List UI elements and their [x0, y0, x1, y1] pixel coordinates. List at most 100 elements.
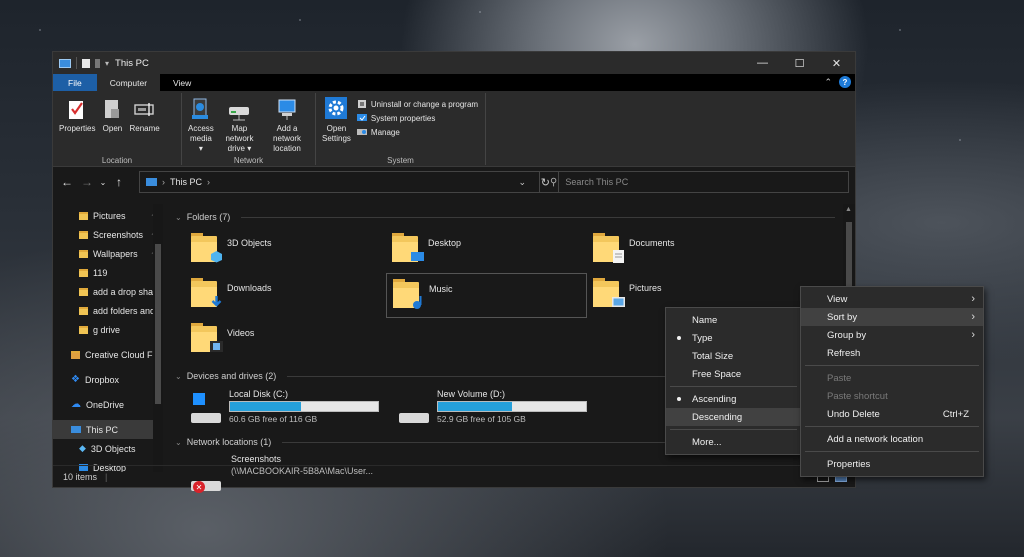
folder-item[interactable]: 3D Objects [185, 228, 386, 273]
location-group-label: Location [101, 156, 133, 165]
collapse-chevron-icon[interactable]: ⌄ [175, 372, 182, 381]
nav-item-creative-cloud[interactable]: Creative Cloud File [53, 345, 163, 364]
properties-button[interactable]: Properties [56, 97, 98, 165]
menu-paste-shortcut[interactable]: Paste shortcut [801, 387, 983, 405]
map-network-drive-button[interactable]: Map network drive ▾ [217, 97, 262, 165]
help-icon[interactable]: ? [839, 76, 851, 88]
search-box[interactable]: ⚲ Search This PC [539, 171, 849, 193]
nav-item-pictures[interactable]: Pictures✦ [53, 206, 163, 225]
menu-add-network-location[interactable]: Add a network location [801, 430, 983, 448]
nav-item-119[interactable]: 119 [53, 263, 163, 282]
sort-descending-option[interactable]: Descending [666, 408, 801, 426]
rename-button[interactable]: Rename [126, 97, 162, 165]
menu-sort-by[interactable]: Sort by › [801, 308, 983, 326]
menu-properties[interactable]: Properties [801, 455, 983, 473]
customize-toolbar-chevron-icon[interactable]: ▾ [105, 59, 109, 68]
windows-drive-icon [191, 393, 221, 423]
network-location-name: Screenshots [231, 454, 282, 464]
recent-locations-chevron-icon[interactable]: ⌄ [97, 178, 109, 187]
menu-separator [670, 386, 797, 387]
folder-item[interactable]: Desktop [386, 228, 587, 273]
submenu-chevron-icon: › [971, 329, 975, 341]
folder-item[interactable]: Videos [185, 318, 386, 363]
title-bar: ▾ This PC — ☐ ✕ [53, 52, 855, 74]
breadcrumb-this-pc[interactable]: This PC [170, 177, 202, 187]
this-pc-nav-icon [71, 426, 81, 433]
nav-item-dropbox[interactable]: ❖ Dropbox [53, 370, 163, 389]
folder-name: Music [429, 284, 453, 294]
menu-label: Name [692, 314, 718, 326]
nav-item-g-drive[interactable]: g drive [53, 320, 163, 339]
menu-view[interactable]: View › [801, 290, 983, 308]
properties-icon [66, 97, 88, 121]
address-bar[interactable]: › This PC › ⌄ ↻ [139, 171, 559, 193]
folders-section-header[interactable]: ⌄ Folders (7) [175, 208, 855, 226]
sort-more-option[interactable]: More... [666, 433, 801, 451]
sort-free-space-option[interactable]: Free Space [666, 365, 801, 383]
open-button[interactable]: Open [98, 97, 126, 165]
add-network-location-button[interactable]: Add a network location [262, 97, 312, 165]
navigation-pane-scrollbar[interactable] [153, 204, 163, 472]
collapse-chevron-icon[interactable]: ⌄ [175, 438, 182, 447]
open-icon [101, 97, 123, 121]
new-folder-quick-icon[interactable] [95, 58, 100, 68]
open-settings-button[interactable]: Open Settings [319, 97, 354, 165]
maximize-button[interactable]: ☐ [781, 52, 818, 74]
sort-type-option[interactable]: Type [666, 329, 801, 347]
scroll-up-arrow-icon[interactable]: ▲ [845, 206, 852, 213]
nav-item-label: add a drop shad [93, 286, 159, 297]
folder-item[interactable]: Music [386, 273, 587, 318]
system-properties-button[interactable]: System properties [356, 113, 478, 123]
properties-quick-icon[interactable] [82, 58, 90, 68]
drive-usage-fill [230, 402, 302, 411]
menu-label: Type [692, 332, 713, 344]
folder-icon [79, 268, 88, 277]
close-button[interactable]: ✕ [818, 52, 855, 74]
nav-item-add-a-drop-shad[interactable]: add a drop shad [53, 282, 163, 301]
map-network-drive-icon [228, 97, 250, 121]
menu-group-by[interactable]: Group by › [801, 326, 983, 344]
manage-button[interactable]: Manage [356, 127, 478, 137]
back-arrow-icon[interactable]: ← [57, 175, 77, 189]
address-dropdown-icon[interactable]: ⌄ [518, 177, 526, 188]
nav-item-screenshots[interactable]: Screenshots✦ [53, 225, 163, 244]
collapse-chevron-icon[interactable]: ⌄ [175, 213, 182, 222]
drive-usage-bar [229, 401, 379, 412]
menu-undo-delete[interactable]: Undo Delete Ctrl+Z [801, 405, 983, 423]
forward-arrow-icon[interactable]: → [77, 175, 97, 189]
breadcrumb-chevron-icon[interactable]: › [207, 177, 210, 187]
onedrive-cloud-icon: ☁ [71, 399, 81, 410]
folder-item[interactable]: Documents [587, 228, 788, 273]
up-arrow-icon[interactable]: ↑ [109, 175, 129, 189]
tab-computer[interactable]: Computer [96, 74, 161, 91]
drive-item[interactable]: Local Disk (C:) 60.6 GB free of 116 GB [185, 387, 379, 429]
tab-view[interactable]: View [160, 74, 204, 91]
scrollbar-thumb[interactable] [155, 244, 161, 404]
sort-total-size-option[interactable]: Total Size [666, 347, 801, 365]
sort-ascending-option[interactable]: Ascending [666, 390, 801, 408]
collapse-ribbon-chevron-icon[interactable]: ⌃ [824, 77, 832, 88]
nav-item-label: Pictures [93, 210, 126, 221]
minimize-button[interactable]: — [744, 52, 781, 74]
nav-item-onedrive[interactable]: ☁ OneDrive [53, 395, 163, 414]
navigation-pane: Pictures✦ Screenshots✦ Wallpapers✦ 119 a… [53, 204, 163, 472]
cube-3d-icon: ◆ [79, 443, 86, 453]
uninstall-program-button[interactable]: Uninstall or change a program [357, 99, 478, 109]
nav-item-3d-objects[interactable]: ◆ 3D Objects [53, 439, 163, 458]
menu-refresh[interactable]: Refresh [801, 344, 983, 362]
access-media-button[interactable]: Access media ▾ [185, 97, 217, 165]
manage-icon [356, 129, 367, 135]
breadcrumb-separator-icon[interactable]: › [162, 177, 165, 187]
menu-paste[interactable]: Paste [801, 369, 983, 387]
tab-file[interactable]: File [53, 74, 97, 91]
status-divider: | [105, 471, 108, 482]
nav-item-this-pc[interactable]: This PC [53, 420, 163, 439]
nav-item-wallpapers[interactable]: Wallpapers✦ [53, 244, 163, 263]
nav-item-add-folders-and[interactable]: add folders and [53, 301, 163, 320]
folder-item[interactable]: Downloads [185, 273, 386, 318]
selected-dot-icon [677, 336, 681, 340]
ribbon: Properties Open Rename Location Access m… [53, 91, 855, 167]
drive-item[interactable]: New Volume (D:) 52.9 GB free of 105 GB [393, 387, 587, 429]
sort-name-option[interactable]: Name [666, 311, 801, 329]
nav-item-label: 3D Objects [90, 443, 136, 454]
